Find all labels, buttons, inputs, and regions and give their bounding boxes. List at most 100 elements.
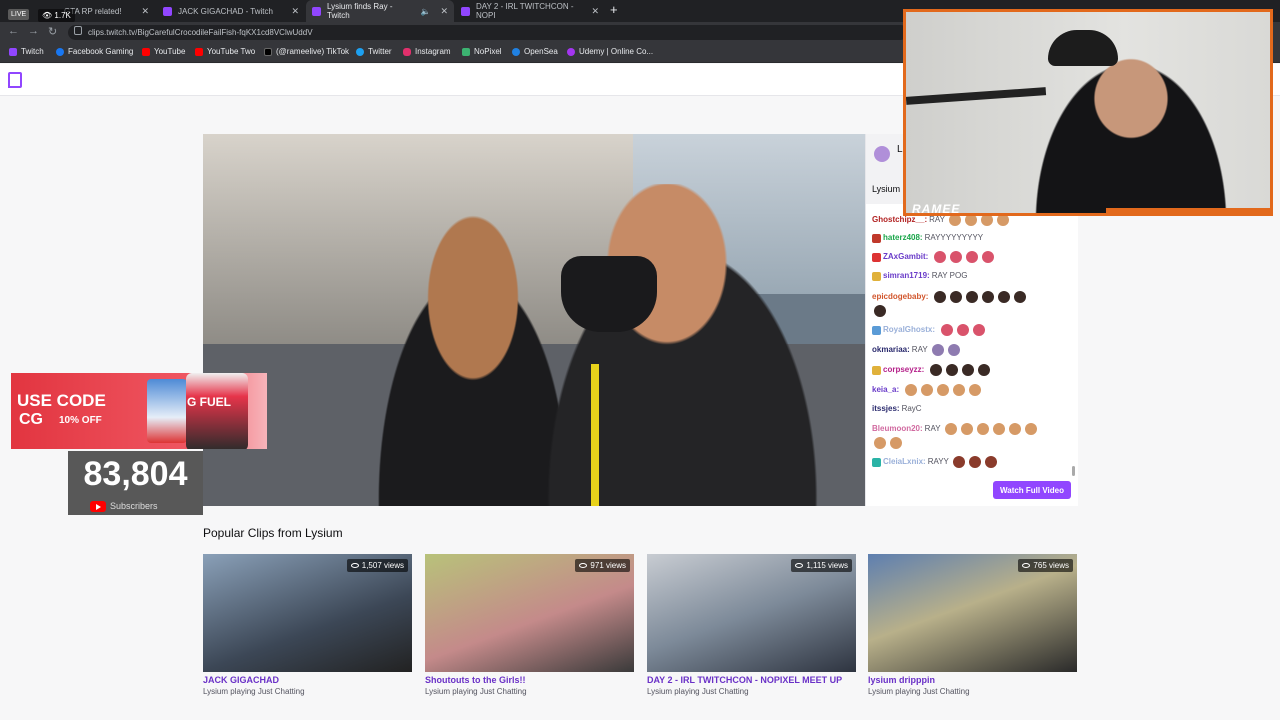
emote-icon	[952, 456, 965, 468]
udemy-icon	[567, 47, 575, 56]
new-tab-icon[interactable]: +	[610, 2, 618, 17]
emote-icon	[992, 423, 1005, 435]
chat-username[interactable]: ZAxGambit:	[883, 252, 928, 262]
youtube-icon	[142, 47, 150, 56]
twitch-logo-icon[interactable]	[8, 72, 22, 88]
close-icon[interactable]: ✕	[141, 6, 149, 17]
bookmark-instagram[interactable]: Instagram	[403, 47, 451, 56]
bookmark-facebook-gaming[interactable]: Facebook Gaming	[56, 47, 133, 56]
bookmark-youtube-two[interactable]: YouTube Two	[195, 47, 255, 56]
chat-username[interactable]: itssjes:	[872, 404, 900, 414]
video-person-right	[543, 184, 853, 506]
chat-message-cont	[872, 437, 902, 449]
close-icon[interactable]: ✕	[591, 6, 599, 17]
back-icon[interactable]: ←	[8, 25, 19, 37]
promo-use-code: USE CODE	[17, 391, 106, 410]
emote-icon	[950, 291, 963, 303]
twitch-favicon-icon	[461, 6, 470, 16]
youtube-icon	[195, 47, 203, 56]
chat-username[interactable]: haterz408:	[883, 233, 923, 243]
emote-icon	[1024, 423, 1037, 435]
eye-icon	[1022, 563, 1031, 568]
chat-message: okmariaa: RAY	[872, 344, 960, 356]
emote-icon	[890, 437, 902, 449]
bookmark-label: NoPixel	[474, 47, 502, 56]
chat-username[interactable]: corpseyzz:	[883, 365, 924, 375]
reload-icon[interactable]: ↻	[48, 25, 57, 38]
clip-title[interactable]: lysium dripppin	[868, 675, 935, 685]
address-bar[interactable]: clips.twitch.tv/BigCarefulCrocodileFailF…	[68, 25, 908, 40]
watch-full-video-button[interactable]: Watch Full Video	[993, 481, 1071, 499]
chat-message: RoyalGhostx:	[872, 324, 986, 336]
gift-badge-icon	[872, 252, 881, 262]
bookmark-youtube[interactable]: YouTube	[142, 47, 185, 56]
chat-message: keia_a:	[872, 384, 982, 396]
clip-thumbnail[interactable]: 1,507 views	[203, 554, 412, 672]
emote-icon	[978, 364, 991, 376]
bookmark-label: OpenSea	[524, 47, 558, 56]
tab-lysium-finds-ray[interactable]: Lysium finds Ray - Twitch 🔈 ✕	[306, 0, 454, 22]
clip-video-player[interactable]	[203, 134, 865, 506]
emote-icon	[934, 251, 947, 263]
emote-icon	[962, 364, 975, 376]
chat-username[interactable]: Bleumoon20:	[872, 424, 923, 434]
close-icon[interactable]: ✕	[440, 6, 448, 17]
chat-username[interactable]: Ghostchipz__:	[872, 215, 927, 225]
bookmark-nopixel[interactable]: NoPixel	[462, 47, 502, 56]
bookmark-udemy[interactable]: Udemy | Online Co...	[567, 47, 653, 56]
gfuel-brand-label: G FUEL	[187, 395, 231, 409]
viewer-count-value: 1.7K	[54, 11, 71, 20]
speaker-icon[interactable]: 🔈	[420, 7, 430, 16]
tab-jack-gigachad[interactable]: JACK GIGACHAD - Twitch ✕	[157, 0, 305, 22]
forward-icon[interactable]: →	[28, 25, 39, 37]
tab-day2-twitchcon[interactable]: DAY 2 - IRL TWITCHCON - NOPI ✕	[455, 0, 605, 22]
clip-title[interactable]: Shoutouts to the Girls!!	[425, 675, 526, 685]
emote-icon	[937, 384, 950, 396]
bookmark-twitch[interactable]: Twitch	[9, 47, 44, 56]
channel-avatar[interactable]	[874, 146, 890, 162]
emote-icon	[950, 251, 963, 263]
bookmark-tiktok[interactable]: (@rameelive) TikTok	[264, 47, 349, 56]
emote-icon	[1008, 423, 1021, 435]
clip-card[interactable]: 971 views Shoutouts to the Girls!! Lysiu…	[425, 554, 634, 704]
emote-icon	[982, 291, 995, 303]
emote-icon	[931, 344, 944, 356]
bookmark-label: Udemy | Online Co...	[579, 47, 654, 56]
opensea-icon	[512, 47, 520, 56]
clip-views-badge: 971 views	[575, 559, 630, 572]
chat-username[interactable]: keia_a:	[872, 385, 899, 395]
tab-label: JACK GIGACHAD - Twitch	[178, 6, 273, 16]
emote-icon	[953, 384, 966, 396]
gfuel-can-image	[147, 379, 187, 443]
bookmark-label: Twitter	[368, 47, 392, 56]
bookmark-opensea[interactable]: OpenSea	[512, 47, 558, 56]
emote-icon	[969, 384, 982, 396]
clip-thumbnail[interactable]: 1,115 views	[647, 554, 856, 672]
lock-icon	[74, 26, 82, 35]
close-icon[interactable]: ✕	[291, 6, 299, 17]
clip-title[interactable]: DAY 2 - IRL TWITCHCON - NOPIXEL MEET UP	[647, 675, 842, 685]
chat-username[interactable]: RoyalGhostx:	[883, 325, 935, 335]
chat-text: RAY POG	[931, 271, 968, 280]
clip-thumbnail[interactable]: 971 views	[425, 554, 634, 672]
chat-channel-name[interactable]: Lysium	[872, 184, 900, 194]
chat-message: epicdogebaby:	[872, 291, 1027, 303]
chat-text: RAY	[911, 345, 928, 354]
video-face-mask	[561, 256, 657, 332]
clip-card[interactable]: 1,115 views DAY 2 - IRL TWITCHCON - NOPI…	[647, 554, 856, 704]
chat-message: itssjes: RayC	[872, 404, 922, 414]
chat-message: simran1719: RAY POG	[872, 271, 967, 281]
clip-title[interactable]: JACK GIGACHAD	[203, 675, 279, 685]
bookmark-twitter[interactable]: Twitter	[356, 47, 392, 56]
eye-icon	[795, 563, 804, 568]
chat-username[interactable]: epicdogebaby:	[872, 292, 928, 302]
chat-username[interactable]: simran1719:	[883, 271, 930, 281]
chat-username[interactable]: CleiaLxnix:	[883, 457, 926, 467]
clip-card[interactable]: 765 views lysium dripppin Lysium playing…	[868, 554, 1077, 704]
chat-username[interactable]: okmariaa:	[872, 345, 910, 355]
chat-scrollbar[interactable]	[1072, 466, 1075, 476]
tab-label: DAY 2 - IRL TWITCHCON - NOPI	[476, 2, 574, 20]
clip-thumbnail[interactable]: 765 views	[868, 554, 1077, 672]
clip-card[interactable]: 1,507 views JACK GIGACHAD Lysium playing…	[203, 554, 412, 704]
bookmark-label: Facebook Gaming	[68, 47, 134, 56]
